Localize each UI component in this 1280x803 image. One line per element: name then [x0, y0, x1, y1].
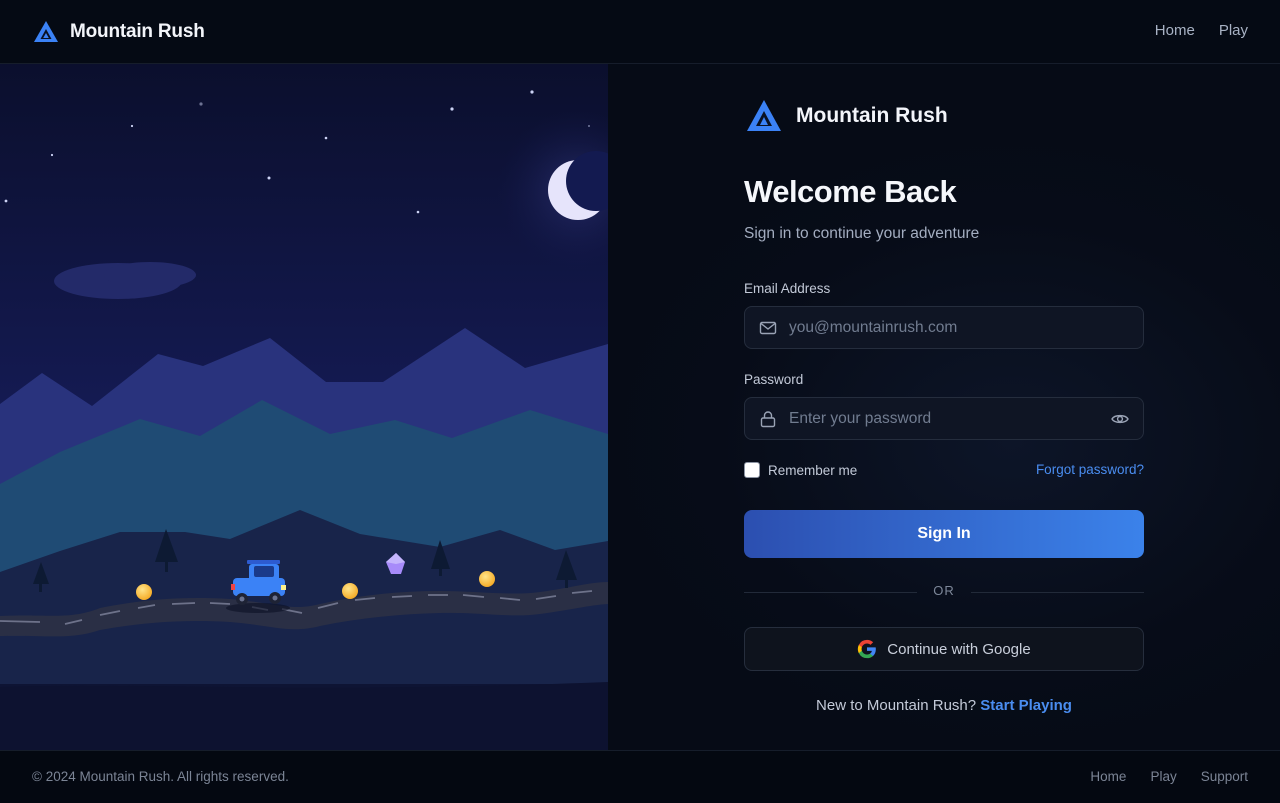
email-label: Email Address — [744, 281, 831, 296]
page-title: Welcome Back — [744, 174, 957, 209]
footer-play-link[interactable]: Play — [1150, 769, 1176, 784]
signup-prompt-text: New to Mountain Rush? — [816, 697, 977, 714]
checkbox-box[interactable] — [744, 462, 760, 478]
remember-me-label: Remember me — [768, 462, 858, 478]
form-brand: Mountain Rush — [744, 98, 948, 134]
mountain-logo-icon — [747, 100, 781, 131]
footer-nav: Home Play Support — [1090, 769, 1248, 784]
sign-in-button[interactable]: Sign In — [744, 510, 1144, 558]
page-footer: © 2024 Mountain Rush. All rights reserve… — [0, 750, 1280, 803]
header-brand[interactable]: Mountain Rush — [32, 18, 205, 46]
signup-prompt: New to Mountain Rush? Start Playing — [744, 697, 1144, 714]
hero-illustration — [0, 64, 608, 750]
options-row: Remember me Forgot password? — [744, 462, 1144, 480]
form-brand-name: Mountain Rush — [796, 104, 948, 127]
signin-panel: Mountain Rush Welcome Back Sign in to co… — [608, 64, 1280, 750]
footer-support-link[interactable]: Support — [1201, 769, 1248, 784]
or-divider: OR — [744, 583, 1144, 601]
password-label: Password — [744, 372, 804, 387]
copyright-text: © 2024 Mountain Rush. All rights reserve… — [32, 769, 289, 784]
google-signin-button[interactable]: Continue with Google — [744, 627, 1144, 671]
divider-label: OR — [933, 583, 955, 598]
divider-line-right — [971, 592, 1144, 593]
password-field[interactable] — [744, 397, 1144, 440]
start-playing-link[interactable]: Start Playing — [980, 697, 1072, 714]
top-navbar: Mountain Rush Home Play — [0, 0, 1280, 64]
eye-icon[interactable] — [1111, 410, 1129, 428]
google-icon — [858, 639, 877, 659]
footer-home-link[interactable]: Home — [1090, 769, 1126, 784]
nav-home-link[interactable]: Home — [1155, 22, 1195, 39]
header-brand-name: Mountain Rush — [70, 21, 205, 42]
mail-icon — [759, 321, 777, 335]
forgot-password-link[interactable]: Forgot password? — [1036, 462, 1144, 477]
email-field[interactable] — [744, 306, 1144, 349]
mountain-logo-icon — [34, 21, 58, 42]
password-input[interactable] — [789, 398, 1089, 439]
page-subtitle: Sign in to continue your adventure — [744, 225, 980, 242]
remember-me-checkbox[interactable]: Remember me — [744, 462, 857, 478]
lock-icon — [760, 411, 776, 428]
nav-play-link[interactable]: Play — [1219, 22, 1248, 39]
header-nav: Home Play — [1155, 22, 1248, 39]
google-button-label: Continue with Google — [887, 640, 1031, 658]
email-input[interactable] — [789, 307, 1089, 348]
